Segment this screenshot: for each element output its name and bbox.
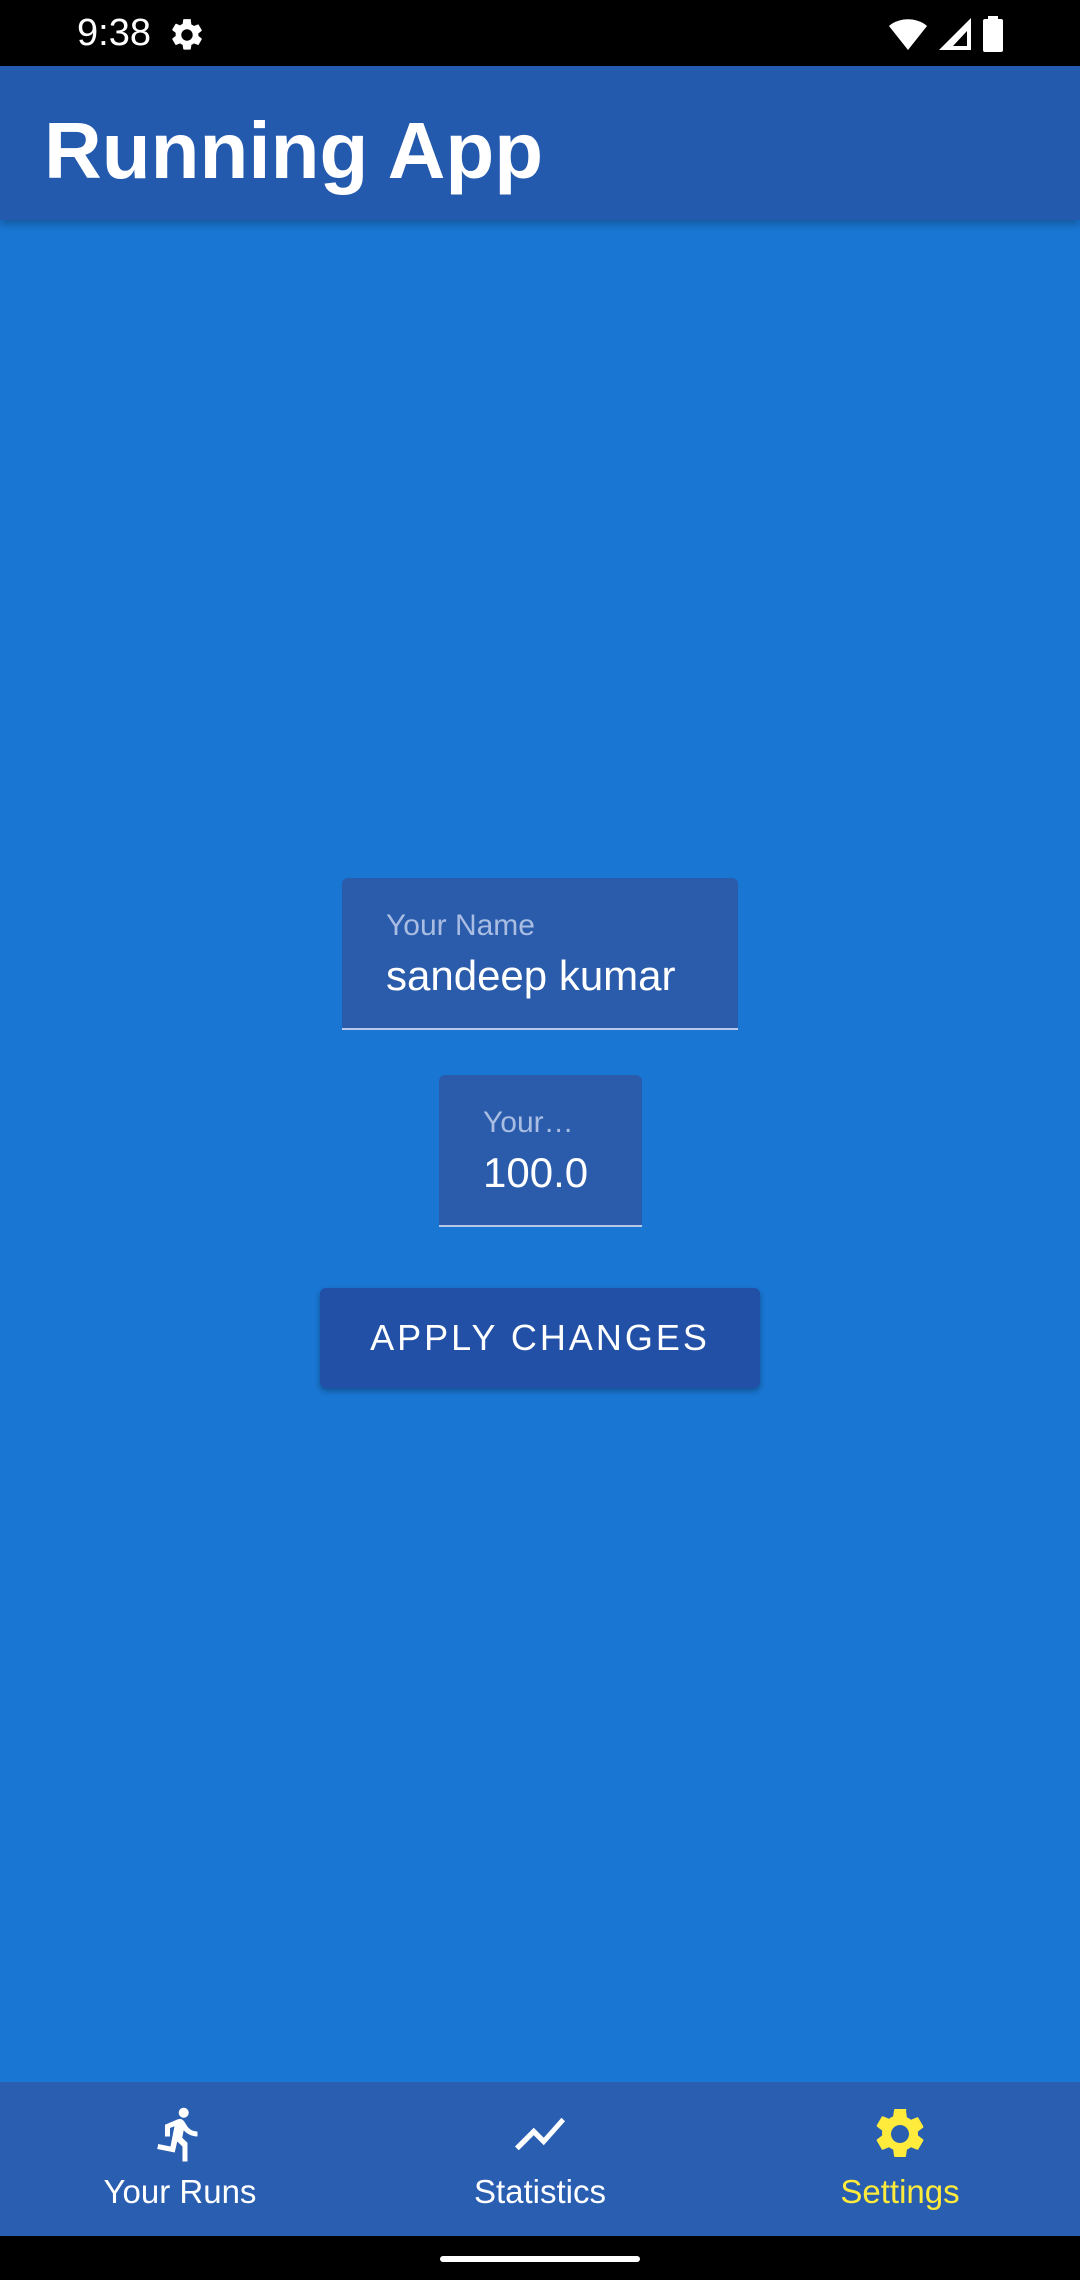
name-field-label: Your Name: [386, 909, 535, 942]
status-bar: 9:38: [0, 0, 1080, 66]
nav-label-statistics: Statistics: [473, 2173, 607, 2210]
app-bar: Running App: [0, 66, 1080, 220]
battery-icon: [983, 16, 1003, 52]
nav-label-settings: Settings: [840, 2173, 960, 2210]
bottom-navigation: Your Runs Statistics Settings: [0, 2082, 1080, 2236]
nav-item-settings[interactable]: Settings: [720, 2082, 1080, 2236]
gear-icon: [172, 19, 202, 50]
nav-item-statistics[interactable]: Statistics: [360, 2082, 720, 2236]
settings-icon: [876, 2108, 924, 2157]
nav-item-your-runs[interactable]: Your Runs: [0, 2082, 360, 2236]
app-title: Running App: [44, 106, 544, 195]
weight-field[interactable]: Your… 100.0: [439, 1075, 642, 1227]
name-field[interactable]: Your Name sandeep kumar: [342, 878, 738, 1030]
weight-field-label: Your…: [483, 1106, 574, 1139]
weight-field-value[interactable]: 100.0: [483, 1147, 588, 1199]
wifi-icon: [889, 19, 927, 50]
status-icons: [888, 14, 1004, 54]
home-gesture-handle[interactable]: [440, 2256, 640, 2262]
gesture-bar: [0, 2236, 1080, 2280]
running-icon: [157, 2107, 198, 2162]
name-field-value[interactable]: sandeep kumar: [386, 950, 676, 1002]
trending-icon: [515, 2117, 565, 2151]
status-time: 9:38: [77, 12, 151, 54]
apply-changes-button[interactable]: APPLY CHANGES: [320, 1288, 760, 1388]
signal-icon: [939, 18, 971, 50]
nav-label-your-runs: Your Runs: [103, 2173, 257, 2210]
